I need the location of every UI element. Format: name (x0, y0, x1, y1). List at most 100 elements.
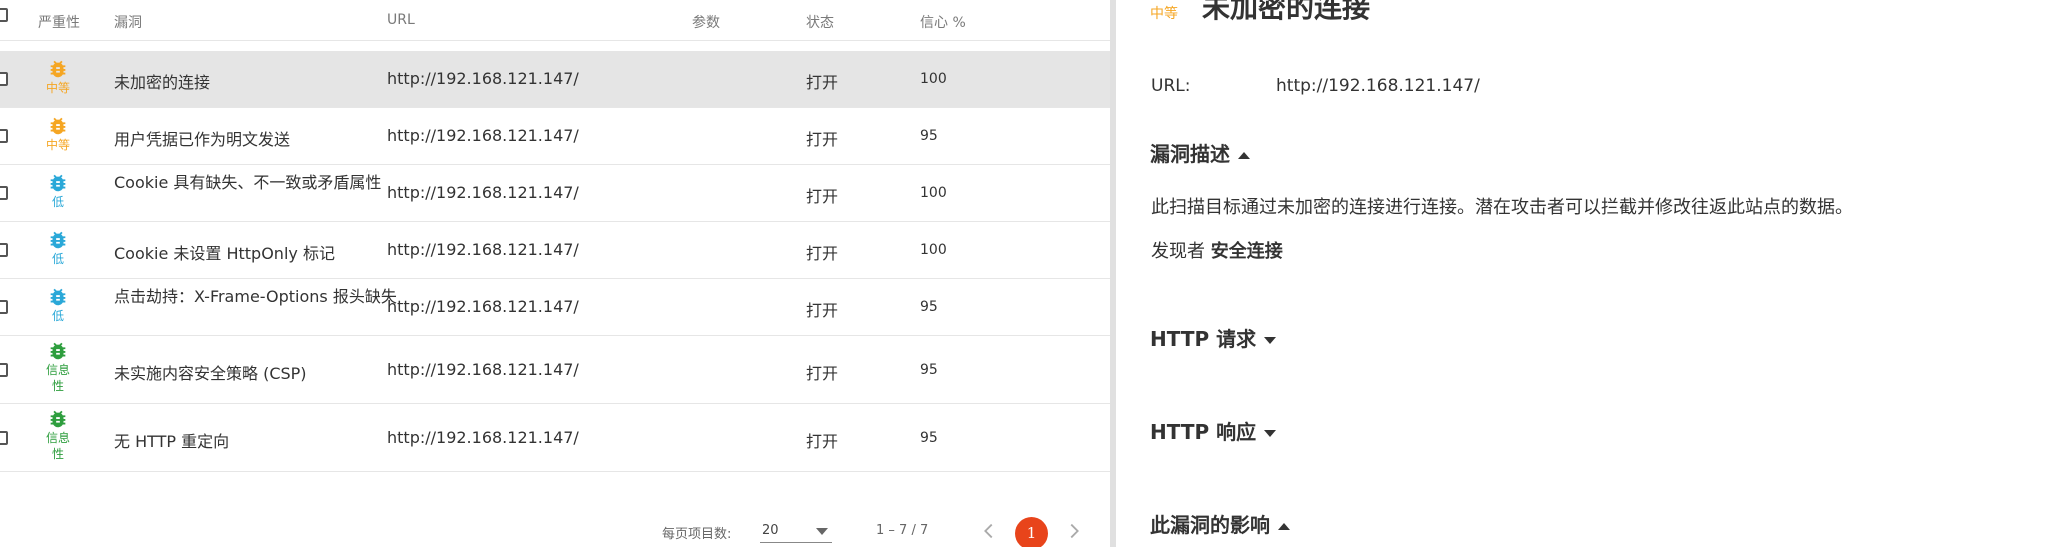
col-severity[interactable]: 严重性 (38, 12, 80, 32)
bug-icon (50, 231, 66, 249)
select-all-checkbox[interactable] (0, 8, 8, 22)
severity-label: 低 (51, 252, 64, 266)
table-row[interactable]: 低 Cookie 未设置 HttpOnly 标记 http://192.168.… (0, 222, 1110, 279)
vulnerability-name[interactable]: 点击劫持：X-Frame-Options 报头缺失 (114, 286, 414, 307)
pagination: 每页项目数: 20 1 – 7 / 7 1 (0, 500, 1110, 547)
table-row[interactable]: 中等 用户凭据已作为明文发送 http://192.168.121.147/ 打… (0, 108, 1110, 165)
detail-url[interactable]: http://192.168.121.147/ (1276, 76, 1480, 96)
detail-severity: 中等 (1150, 6, 1178, 22)
app-root: 严重性 漏洞 URL 参数 状态 信心 % 中等 未加密的连接 http://1… (0, 0, 2054, 547)
found-by-value: 安全连接 (1210, 241, 1283, 262)
caret-down-icon (1264, 337, 1277, 344)
col-url[interactable]: URL (387, 12, 415, 28)
bug-icon (50, 60, 66, 78)
severity-label: 信息性 (45, 363, 70, 393)
row-url: http://192.168.121.147/ (387, 126, 579, 145)
severity-label: 信息性 (45, 431, 70, 461)
section-http-request-toggle[interactable]: HTTP 请求 (1150, 323, 1277, 352)
page-1-button[interactable]: 1 (1015, 517, 1048, 547)
bug-icon (50, 174, 66, 192)
items-per-page-label: 每页项目数: (662, 527, 732, 542)
row-url: http://192.168.121.147/ (387, 297, 579, 316)
table-row[interactable]: 信息性 无 HTTP 重定向 http://192.168.121.147/ 打… (0, 404, 1110, 472)
caret-up-icon (1278, 523, 1290, 530)
vulnerability-name[interactable]: 未实施内容安全策略 (CSP) (114, 360, 307, 384)
row-status: 打开 (806, 187, 839, 206)
found-by: 发现者 安全连接 (1151, 237, 1283, 263)
row-url: http://192.168.121.147/ (387, 183, 579, 202)
vulnerability-name[interactable]: 未加密的连接 (114, 69, 210, 93)
vulnerability-table: 严重性 漏洞 URL 参数 状态 信心 % 中等 未加密的连接 http://1… (0, 0, 1110, 547)
row-confidence: 95 (920, 299, 938, 315)
severity-indicator: 中等 (38, 115, 78, 153)
chevron-right-icon[interactable] (1063, 520, 1085, 542)
row-status: 打开 (806, 130, 839, 149)
row-status: 打开 (806, 301, 839, 320)
section-impact-toggle[interactable]: 此漏洞的影响 (1150, 509, 1290, 538)
found-by-label: 发现者 (1151, 241, 1205, 262)
col-vulnerability[interactable]: 漏洞 (114, 12, 142, 32)
row-checkbox[interactable] (0, 363, 8, 377)
severity-indicator: 低 (38, 229, 78, 267)
chevron-left-icon[interactable] (978, 520, 1000, 542)
bug-icon (50, 410, 66, 428)
severity-label: 中等 (45, 138, 70, 152)
row-checkbox[interactable] (0, 72, 8, 86)
items-per-page-value: 20 (762, 523, 779, 538)
table-row[interactable]: 信息性 未实施内容安全策略 (CSP) http://192.168.121.1… (0, 336, 1110, 404)
detail-url-label: URL: (1151, 76, 1191, 96)
col-params[interactable]: 参数 (692, 12, 720, 32)
section-http-response-toggle[interactable]: HTTP 响应 (1150, 416, 1277, 445)
row-confidence: 100 (920, 242, 947, 258)
severity-indicator: 低 (38, 286, 78, 324)
section-http-request-title: HTTP 请求 (1150, 327, 1257, 351)
row-checkbox[interactable] (0, 243, 8, 257)
caret-down-icon (1264, 430, 1277, 437)
vulnerability-name[interactable]: Cookie 具有缺失、不一致或矛盾属性 (114, 172, 414, 193)
row-confidence: 95 (920, 362, 938, 378)
row-status: 打开 (806, 432, 839, 451)
row-checkbox[interactable] (0, 186, 8, 200)
vulnerability-detail: 中等 未加密的连接 URL: http://192.168.121.147/ 漏… (1116, 0, 2054, 547)
row-confidence: 95 (920, 430, 938, 446)
severity-indicator: 信息性 (38, 340, 78, 394)
bug-icon (50, 288, 66, 306)
row-checkbox[interactable] (0, 431, 8, 445)
col-status[interactable]: 状态 (806, 12, 834, 32)
table-row[interactable]: 低 点击劫持：X-Frame-Options 报头缺失 http://192.1… (0, 279, 1110, 336)
table-header: 严重性 漏洞 URL 参数 状态 信心 % (0, 0, 1110, 41)
severity-label: 低 (51, 309, 64, 323)
severity-indicator: 信息性 (38, 408, 78, 462)
row-confidence: 100 (920, 185, 947, 201)
row-url: http://192.168.121.147/ (387, 240, 579, 259)
vulnerability-name[interactable]: 无 HTTP 重定向 (114, 428, 229, 452)
row-confidence: 100 (920, 71, 947, 87)
table-row[interactable]: 中等 未加密的连接 http://192.168.121.147/ 打开 100 (0, 51, 1110, 108)
vulnerability-name[interactable]: 用户凭据已作为明文发送 (114, 126, 290, 150)
items-per-page-select[interactable]: 20 (760, 519, 832, 543)
bug-icon (50, 117, 66, 135)
section-impact-title: 此漏洞的影响 (1150, 513, 1270, 537)
bug-icon (50, 342, 66, 360)
severity-indicator: 中等 (38, 58, 78, 96)
row-status: 打开 (806, 73, 839, 92)
row-status: 打开 (806, 244, 839, 263)
row-url: http://192.168.121.147/ (387, 69, 579, 88)
description-text: 此扫描目标通过未加密的连接进行连接。潜在攻击者可以拦截并修改往返此站点的数据。 (1151, 197, 1853, 218)
caret-up-icon (1238, 152, 1250, 159)
page-range: 1 – 7 / 7 (876, 523, 929, 538)
row-checkbox[interactable] (0, 300, 8, 314)
row-url: http://192.168.121.147/ (387, 360, 579, 379)
col-confidence[interactable]: 信心 % (920, 12, 966, 32)
detail-title: 未加密的连接 (1202, 0, 1371, 24)
row-url: http://192.168.121.147/ (387, 428, 579, 447)
severity-indicator: 低 (38, 172, 78, 210)
vulnerability-name[interactable]: Cookie 未设置 HttpOnly 标记 (114, 240, 335, 264)
section-description-toggle[interactable]: 漏洞描述 (1150, 138, 1250, 167)
table-row[interactable]: 低 Cookie 具有缺失、不一致或矛盾属性 http://192.168.12… (0, 165, 1110, 222)
row-status: 打开 (806, 364, 839, 383)
row-confidence: 95 (920, 128, 938, 144)
section-http-response-title: HTTP 响应 (1150, 420, 1257, 444)
row-checkbox[interactable] (0, 129, 8, 143)
dropdown-arrow-icon (816, 528, 828, 535)
